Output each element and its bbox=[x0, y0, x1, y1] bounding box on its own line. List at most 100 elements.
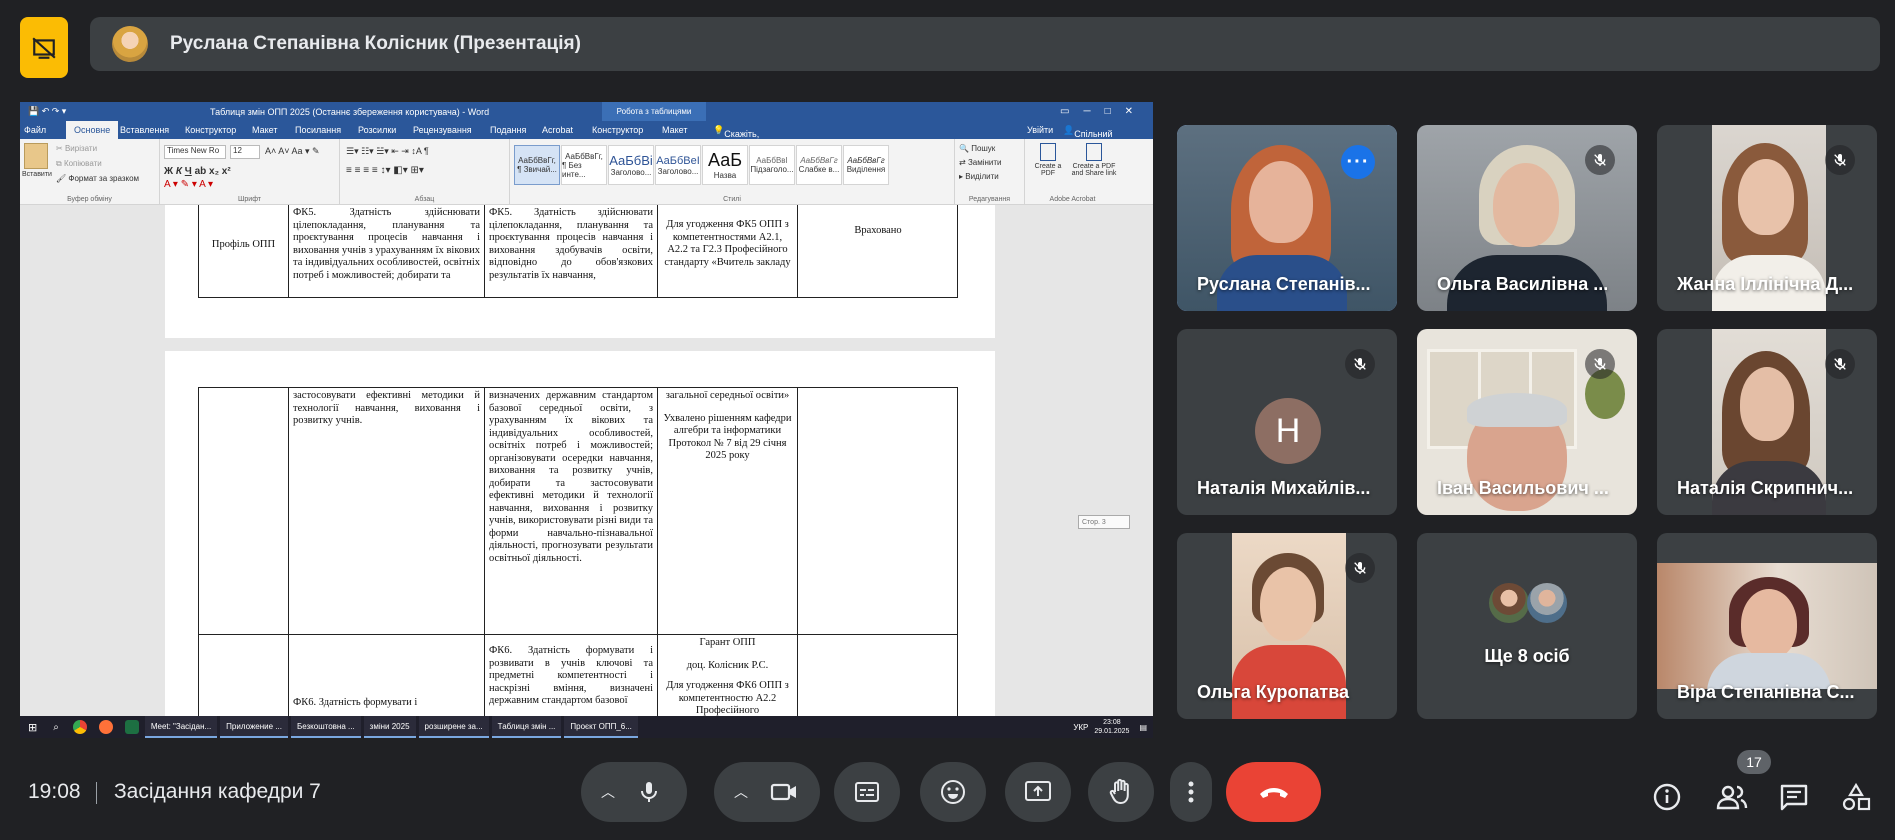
list-buttons[interactable]: ☰▾ ☷▾ ☱▾ ⇤ ⇥ ↕A ¶ bbox=[346, 146, 429, 157]
participant-tile[interactable]: ··· Руслана Степанів... bbox=[1177, 125, 1397, 311]
excel-icon[interactable] bbox=[124, 720, 139, 734]
tab-table-design[interactable]: Конструктор bbox=[592, 125, 643, 135]
cut-label: Вирізати bbox=[64, 144, 98, 153]
tab-references[interactable]: Посилання bbox=[295, 125, 341, 135]
table-cell: Профіль ОПП bbox=[199, 205, 289, 297]
participant-tile[interactable]: Ольга Василівна ... bbox=[1417, 125, 1637, 311]
tray-language[interactable]: УКР bbox=[1073, 723, 1088, 732]
font-color-buttons[interactable]: A ▾ ✎ ▾ A ▾ bbox=[164, 179, 213, 190]
present-screen-button[interactable] bbox=[1005, 762, 1071, 822]
style-heading-1[interactable]: АаБбВі Заголово... bbox=[608, 145, 654, 185]
format-painter-button[interactable]: 🖌 Формат за зразком bbox=[56, 174, 139, 183]
camera-icon[interactable] bbox=[770, 780, 798, 804]
replace-button[interactable]: ⇄ Замінити bbox=[959, 158, 1002, 167]
create-share-pdf-button[interactable]: Create a PDF and Share link bbox=[1069, 143, 1119, 177]
font-format-buttons[interactable]: Ж К Ч ab x₂ x² bbox=[164, 166, 231, 177]
font-name-select[interactable]: Times New Ro bbox=[164, 145, 226, 159]
activities-button[interactable] bbox=[1836, 777, 1876, 817]
more-participants-tile[interactable]: Ще 8 осіб bbox=[1417, 533, 1637, 719]
muted-mic-icon bbox=[1825, 349, 1855, 379]
raise-hand-button[interactable] bbox=[1088, 762, 1154, 822]
chevron-up-icon[interactable]: ︿ bbox=[734, 782, 748, 802]
participant-tile[interactable]: Іван Васильович ... bbox=[1417, 329, 1637, 515]
style-emphasis[interactable]: АаБбВвГг Виділення bbox=[843, 145, 889, 185]
tray-clock[interactable]: 23:08 29.01.2025 bbox=[1094, 718, 1129, 736]
microphone-icon[interactable] bbox=[637, 780, 661, 804]
share-button[interactable]: 👤 Спільний доступ bbox=[1063, 125, 1113, 149]
firefox-icon[interactable] bbox=[98, 720, 113, 734]
font-size-select[interactable]: 12 bbox=[230, 145, 260, 159]
style-title[interactable]: АаБ Назва bbox=[702, 145, 748, 185]
table-cell: ФК6. Здатність формувати і розвивати в у… bbox=[485, 635, 658, 716]
tab-review[interactable]: Рецензування bbox=[413, 125, 472, 135]
style-sample: АаБбВеІ bbox=[656, 154, 700, 167]
sign-in-link[interactable]: Увійти bbox=[1027, 125, 1053, 135]
tab-insert[interactable]: Вставлення bbox=[120, 125, 169, 135]
more-options-button[interactable] bbox=[1170, 762, 1212, 822]
create-pdf-button[interactable]: Create a PDF bbox=[1031, 143, 1065, 177]
cell-text: Ухвалено рішенням кафедри алгебри та інф… bbox=[663, 412, 792, 462]
style-subtle-emphasis[interactable]: АаБбВвГг Слабке в... bbox=[796, 145, 842, 185]
tab-file[interactable]: Файл bbox=[24, 125, 46, 135]
mic-control-group: ︿ bbox=[581, 762, 687, 822]
chrome-icon[interactable] bbox=[72, 720, 87, 734]
align-buttons[interactable]: ≡ ≡ ≡ ≡ ↕▾ ◧▾ ⊞▾ bbox=[346, 165, 424, 176]
table-row-fk6: ФК6. Здатність формувати і ФК6. Здатніст… bbox=[198, 634, 958, 716]
participant-tile[interactable]: Ольга Куропатва bbox=[1177, 533, 1397, 719]
create-share-label: Create a PDF and Share link bbox=[1071, 163, 1117, 177]
participant-tile[interactable]: Жанна Іллінічна Д... bbox=[1657, 125, 1877, 311]
tell-me-box[interactable]: 💡 Скажіть, що потрібно зробити... bbox=[713, 125, 765, 169]
format-painter-label: Формат за зразком bbox=[68, 174, 140, 183]
participant-tile[interactable]: Н Наталія Михайлів... bbox=[1177, 329, 1397, 515]
notifications-icon[interactable]: ▤ bbox=[1139, 723, 1147, 732]
participant-tile[interactable]: Наталія Скрипнич... bbox=[1657, 329, 1877, 515]
paste-icon[interactable] bbox=[24, 143, 48, 169]
taskbar-item[interactable]: зміни 2025 bbox=[363, 716, 416, 738]
style-sample: АаБбВвГг, bbox=[518, 156, 556, 165]
chat-button[interactable] bbox=[1774, 777, 1814, 817]
taskbar-item[interactable]: розширене за... bbox=[418, 716, 489, 738]
more-options-button[interactable]: ··· bbox=[1341, 145, 1375, 179]
tray-date: 29.01.2025 bbox=[1094, 728, 1130, 735]
tab-home[interactable]: Основне bbox=[66, 121, 119, 139]
leave-call-button[interactable] bbox=[1226, 762, 1321, 822]
participant-tile[interactable]: Віра Степанівна С... bbox=[1657, 533, 1877, 719]
search-icon[interactable]: ⌕ bbox=[53, 722, 59, 733]
chevron-up-icon[interactable]: ︿ bbox=[601, 782, 615, 802]
find-button[interactable]: 🔍 Пошук bbox=[959, 144, 995, 153]
presentation-indicator[interactable] bbox=[20, 17, 68, 78]
tab-table-layout[interactable]: Макет bbox=[662, 125, 687, 135]
tab-layout[interactable]: Макет bbox=[252, 125, 277, 135]
style-normal[interactable]: АаБбВвГг, ¶ Звичай... bbox=[514, 145, 560, 185]
reactions-button[interactable] bbox=[920, 762, 986, 822]
font-size-buttons[interactable]: A˄ A˅ Aa ▾ ✎ bbox=[265, 146, 320, 157]
style-no-spacing[interactable]: АаБбВвГг, ¶ Без инте... bbox=[561, 145, 607, 185]
tab-view[interactable]: Подання bbox=[490, 125, 526, 135]
cell-text: доц. Колісник Р.С. bbox=[686, 659, 769, 671]
copy-button[interactable]: ⧉ Копіювати bbox=[56, 159, 102, 169]
tab-acrobat[interactable]: Acrobat bbox=[542, 125, 573, 135]
select-button[interactable]: ▸ Виділити bbox=[959, 172, 999, 181]
taskbar-item[interactable]: Таблиця змін ... bbox=[491, 716, 562, 738]
people-icon bbox=[1716, 785, 1748, 810]
table-tools-context: Робота з таблицями bbox=[602, 102, 706, 121]
style-heading-2[interactable]: АаБбВеІ Заголово... bbox=[655, 145, 701, 185]
cut-button[interactable]: ✂ Вирізати bbox=[56, 144, 97, 153]
style-subtitle[interactable]: АаБбВвІ Підзаголо... bbox=[749, 145, 795, 185]
windows-start-icon[interactable]: ⊞ bbox=[28, 721, 37, 734]
taskbar-item[interactable]: Meet: "Засідан... bbox=[144, 716, 218, 738]
taskbar-item[interactable]: Проєкт ОПП_6... bbox=[564, 716, 638, 738]
document-area[interactable]: Профіль ОПП ФК5. Здатність здійснювати ц… bbox=[20, 205, 1153, 716]
meeting-details-button[interactable] bbox=[1647, 777, 1687, 817]
tab-mailings[interactable]: Розсилки bbox=[358, 125, 396, 135]
captions-button[interactable] bbox=[834, 762, 900, 822]
table-cell: Для угодження ФК5 ОПП з компетентностями… bbox=[658, 205, 798, 297]
people-button[interactable] bbox=[1712, 777, 1752, 817]
taskbar-item[interactable]: Приложение ... bbox=[220, 716, 288, 738]
window-controls[interactable]: ▭─□✕ bbox=[1060, 106, 1147, 117]
taskbar-item[interactable]: Безкоштовна ... bbox=[290, 716, 361, 738]
muted-mic-icon bbox=[1585, 145, 1615, 175]
tab-design[interactable]: Конструктор bbox=[185, 125, 236, 135]
table-cell: ФК5. Здатність здійснювати цілепокладанн… bbox=[485, 205, 658, 297]
presenter-name: Руслана Степанівна Колісник (Презентація… bbox=[170, 33, 581, 54]
